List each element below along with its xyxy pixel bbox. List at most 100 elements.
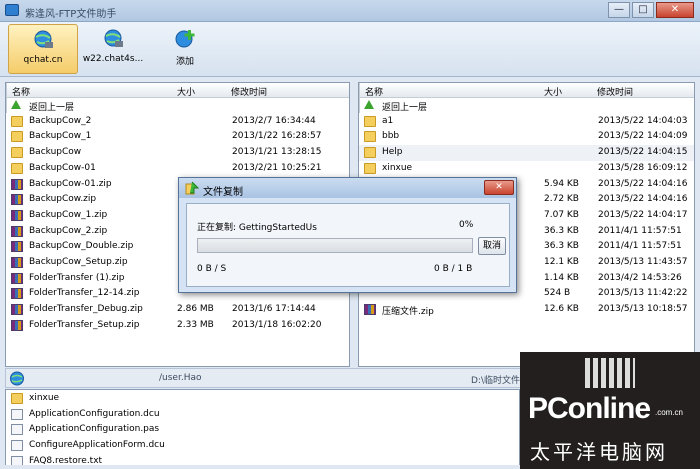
folder-icon — [364, 147, 376, 159]
file-modified: 2013/5/13 10:18:57 — [598, 304, 688, 315]
file-row[interactable]: BackupCow-01 2013/2/21 10:25:21 — [6, 161, 349, 177]
remote-path: /user.Hao — [159, 373, 202, 383]
folder-icon — [11, 162, 23, 174]
file-name: FolderTransfer_12-14.zip — [29, 288, 140, 299]
file-name: BackupCow_Setup.zip — [29, 257, 128, 267]
add-site-icon — [175, 30, 195, 48]
file-row[interactable]: xinxue 2013/5/28 16:09:12 — [359, 161, 694, 177]
zip-icon — [11, 272, 23, 284]
close-button[interactable]: ✕ — [656, 2, 694, 18]
file-name: bbb — [382, 131, 400, 142]
column-modified[interactable]: 修改时间 — [597, 85, 633, 98]
file-modified: 2013/2/21 10:25:21 — [232, 162, 322, 173]
file-size: 7.07 KB — [544, 209, 579, 220]
zip-icon — [364, 304, 376, 316]
local-folder-list[interactable]: xinxue ApplicationConfiguration.dcu Applic… — [5, 389, 520, 465]
zip-icon — [11, 209, 23, 221]
globe-connection-icon — [34, 30, 53, 48]
dialog-close-button[interactable]: ✕ — [484, 180, 514, 195]
file-modified: 2013/5/22 14:04:16 — [598, 194, 688, 205]
file-row[interactable]: BackupCow 2013/1/21 13:28:15 — [6, 145, 349, 161]
file-name: BackupCow_1.zip — [29, 209, 108, 220]
file-row[interactable]: FolderTransfer_Setup.zip 2.33 MB 2013/1/18… — [6, 318, 349, 334]
copy-progress-bar — [197, 238, 473, 253]
zip-icon — [11, 241, 23, 253]
title-bar: 紫逢风-FTP文件助手 — □ ✕ — [0, 0, 700, 22]
add-site-button[interactable]: 添加 — [150, 24, 220, 74]
column-size[interactable]: 大小 — [177, 85, 195, 98]
file-size: 5.94 KB — [544, 178, 579, 189]
file-modified: 2013/1/21 13:28:15 — [232, 147, 322, 158]
folder-icon — [364, 115, 376, 127]
file-size: 12.6 KB — [544, 304, 579, 315]
zip-icon — [11, 178, 23, 190]
copy-icon — [185, 181, 199, 195]
dialog-title: 文件复制 — [203, 187, 243, 198]
file-modified: 2013/5/13 11:43:57 — [598, 257, 688, 267]
file-icon — [11, 424, 23, 436]
file-modified: 2013/5/22 14:04:15 — [598, 147, 688, 158]
file-modified: 2013/5/22 14:04:17 — [598, 209, 688, 220]
file-row[interactable]: FAQ8.restore.txt — [6, 454, 519, 465]
file-row[interactable]: 返回上一层 — [359, 98, 694, 114]
column-size[interactable]: 大小 — [544, 85, 562, 98]
site-button-w22[interactable]: w22.chat4s... — [78, 24, 148, 74]
file-modified: 2013/5/22 14:04:03 — [598, 115, 688, 126]
watermark-chinese: 太平洋电脑网 — [530, 442, 668, 464]
add-site-label: 添加 — [175, 57, 194, 67]
column-modified[interactable]: 修改时间 — [231, 85, 267, 98]
cancel-button[interactable]: 取消 — [478, 237, 506, 255]
file-size: 2.33 MB — [177, 319, 214, 330]
minimize-button[interactable]: — — [608, 2, 630, 18]
file-row[interactable]: xinxue — [6, 391, 519, 407]
folder-icon — [11, 393, 23, 404]
file-row[interactable]: ApplicationConfiguration.pas — [6, 422, 519, 438]
file-row[interactable]: FolderTransfer_Debug.zip 2.86 MB 2013/1/6 … — [6, 302, 349, 318]
pconline-watermark: PConline .com.cn 太平洋电脑网 — [520, 352, 700, 469]
file-size: 1.14 KB — [544, 272, 579, 283]
file-row[interactable]: bbb 2013/5/22 14:04:09 — [359, 129, 694, 145]
file-row[interactable]: ConfigureApplicationForm.dcu — [6, 438, 519, 454]
zip-icon — [11, 304, 23, 316]
file-name: FolderTransfer (1).zip — [29, 272, 125, 283]
file-row[interactable]: Help 2013/5/22 14:04:15 — [359, 145, 694, 161]
file-row[interactable]: BackupCow_1 2013/1/22 16:28:57 — [6, 129, 349, 145]
file-name: xinxue — [382, 162, 413, 173]
watermark-brand: PConline — [528, 392, 651, 425]
transferred-label: 0 B / 1 B — [434, 264, 473, 274]
file-row[interactable]: 返回上一层 — [6, 98, 349, 114]
file-name: a1 — [382, 115, 394, 126]
file-name: BackupCow_2 — [29, 115, 92, 126]
file-name: ApplicationConfiguration.pas — [29, 424, 160, 435]
dialog-title-bar: 文件复制 ✕ — [179, 178, 516, 198]
up-arrow-icon — [364, 100, 374, 109]
column-header: 名称 大小 修改时间 — [359, 83, 694, 113]
file-row[interactable]: a1 2013/5/22 14:04:03 — [359, 114, 694, 130]
zip-icon — [11, 194, 23, 206]
column-name[interactable]: 名称 — [365, 85, 383, 98]
up-arrow-icon — [11, 100, 21, 109]
zip-icon — [11, 257, 23, 268]
copying-label: 正在复制: GettingStartedUs — [197, 223, 317, 233]
file-modified: 2013/4/2 14:53:26 — [598, 272, 682, 283]
maximize-button[interactable]: □ — [632, 2, 654, 18]
window-title: 紫逢风-FTP文件助手 — [25, 9, 117, 20]
file-row[interactable]: 压缩文件.zip 12.6 KB 2013/5/13 10:18:57 — [359, 302, 694, 318]
file-modified: 2013/5/13 11:42:22 — [598, 288, 688, 299]
file-row[interactable]: BackupCow_2 2013/2/7 16:34:44 — [6, 114, 349, 130]
toolbar: qchat.cn w22.chat4s... 添加 — [0, 22, 700, 77]
file-name: BackupCow-01 — [29, 162, 96, 173]
file-modified: 2011/4/1 11:57:51 — [598, 225, 682, 236]
file-row[interactable]: ApplicationConfiguration.dcu — [6, 407, 519, 423]
file-modified: 2013/5/22 14:04:09 — [598, 131, 688, 142]
file-modified: 2013/1/18 16:02:20 — [232, 319, 322, 330]
file-modified: 2013/5/28 16:09:12 — [598, 162, 688, 173]
file-name: BackupCow_2.zip — [29, 225, 108, 236]
file-name: BackupCow_1 — [29, 131, 92, 142]
site-button-qchat[interactable]: qchat.cn — [8, 24, 78, 74]
file-name: Help — [382, 147, 403, 158]
file-name: xinxue — [29, 393, 60, 403]
folder-icon — [11, 115, 23, 127]
column-name[interactable]: 名称 — [12, 85, 30, 98]
file-name: BackupCow.zip — [29, 194, 97, 205]
